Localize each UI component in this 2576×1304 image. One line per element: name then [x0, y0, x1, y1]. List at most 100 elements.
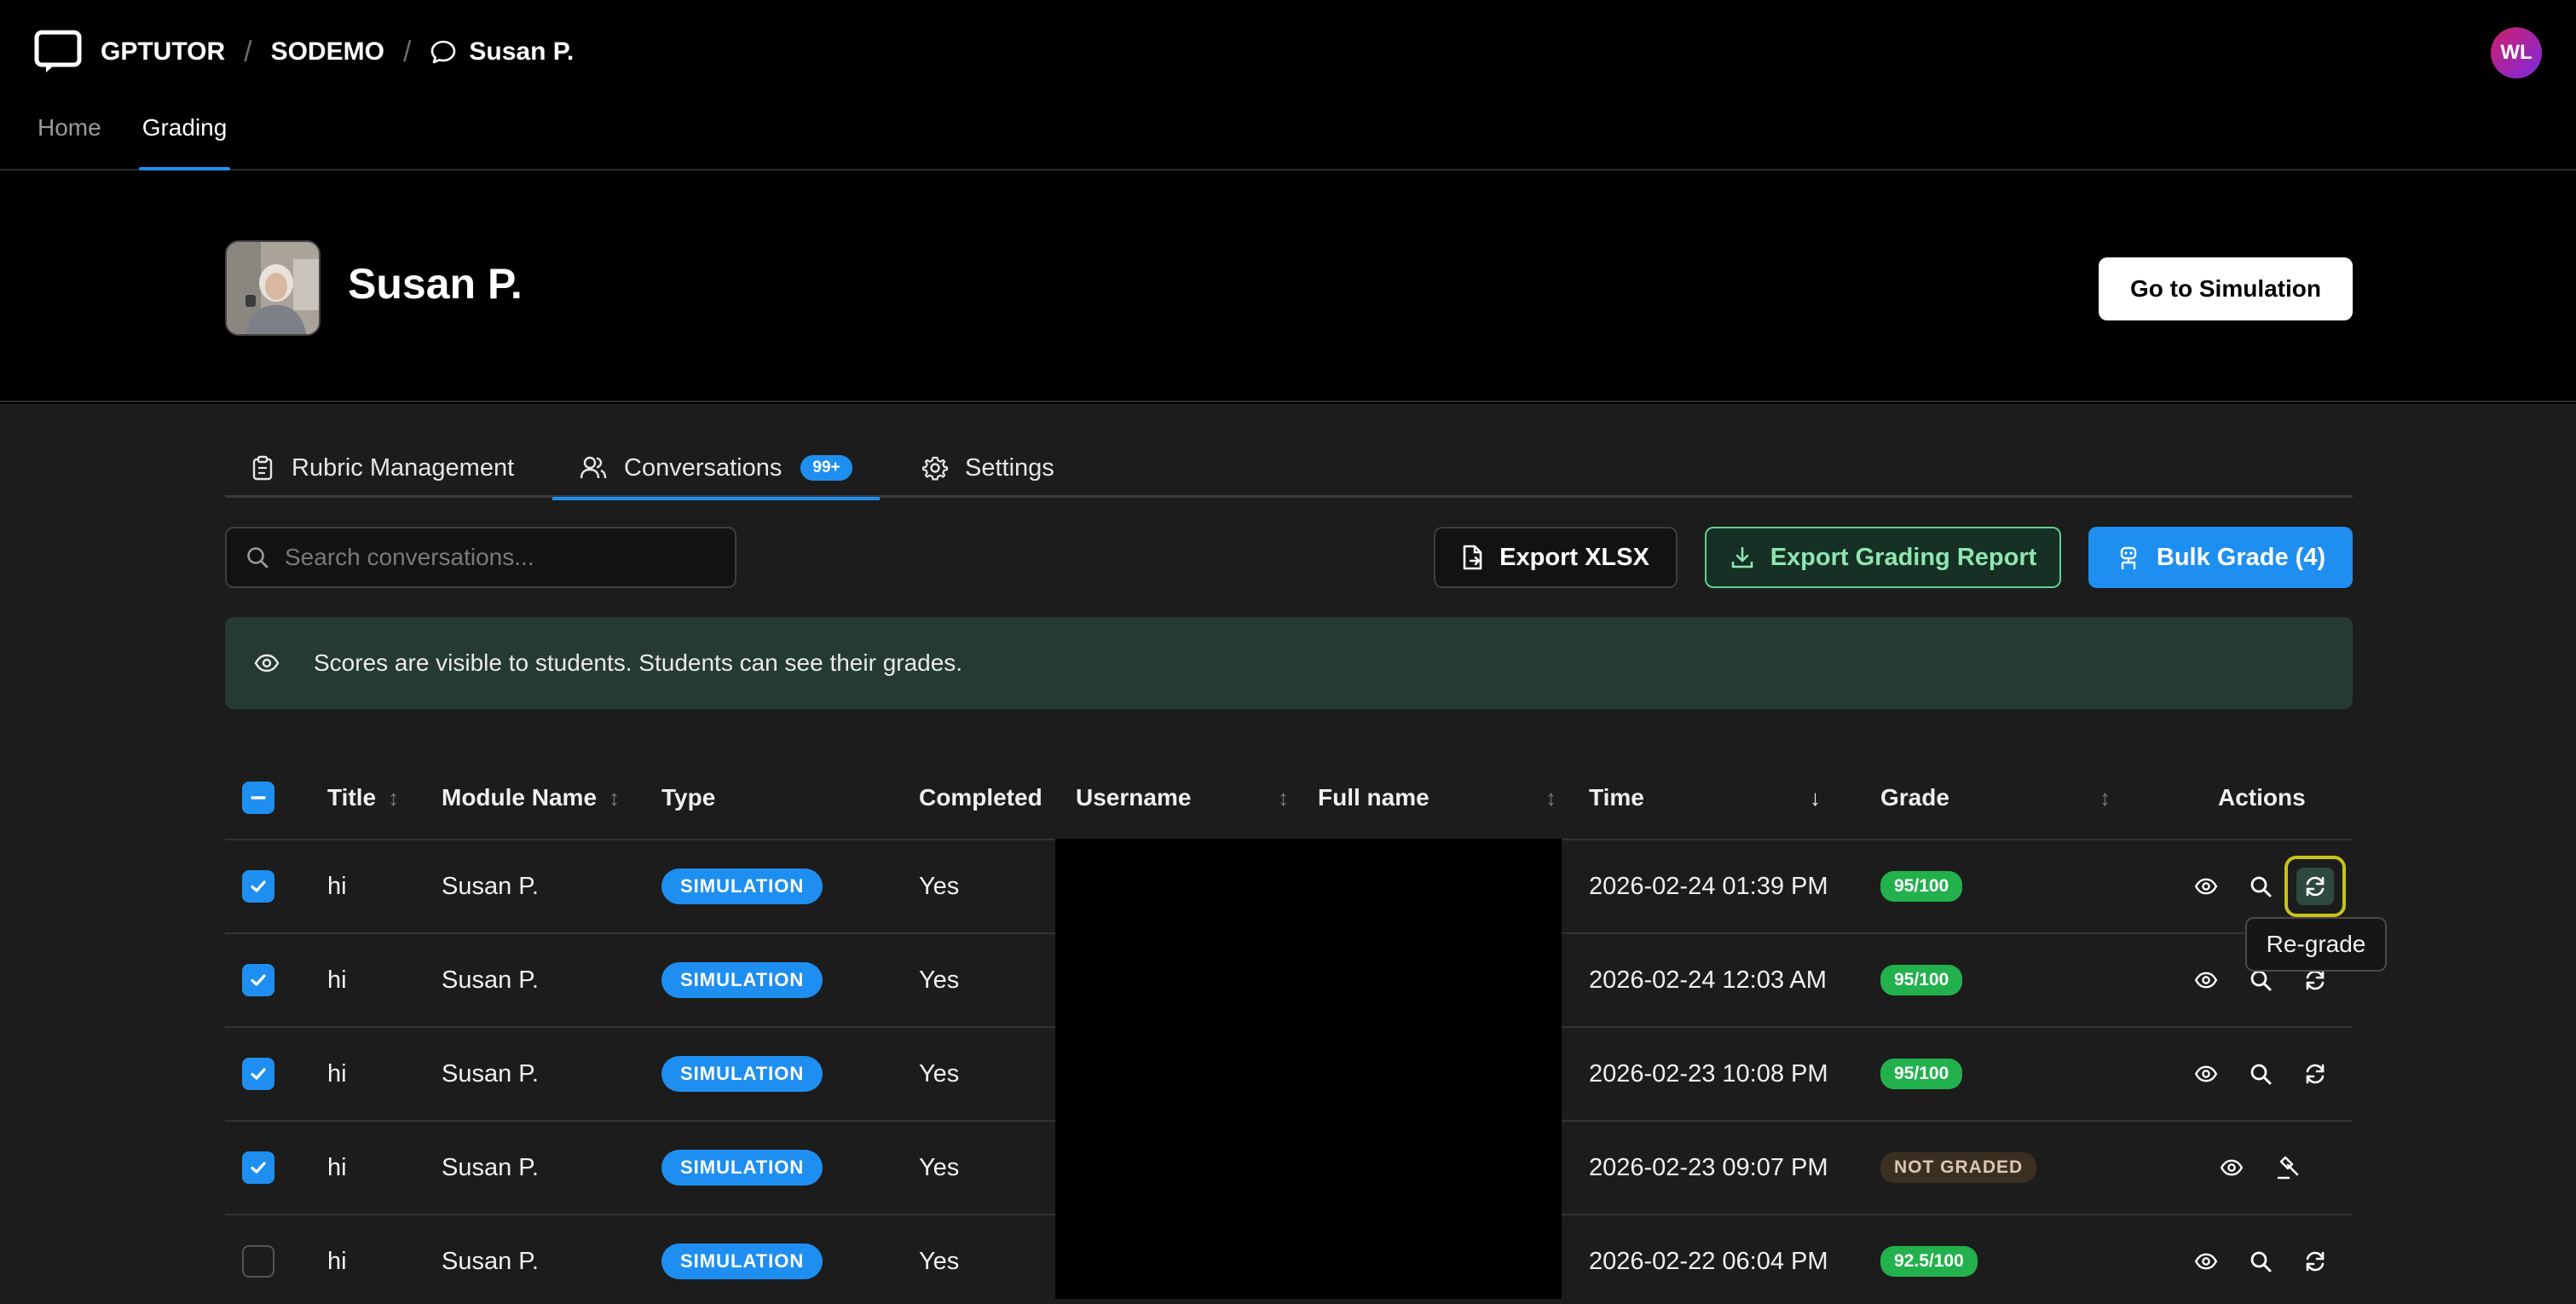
- cell-type: SIMULATION: [661, 1122, 823, 1214]
- eye-icon: [2194, 1065, 2218, 1082]
- gavel-icon: [2277, 1156, 2299, 1180]
- inspect-button[interactable]: [2244, 1244, 2278, 1278]
- row-checkbox[interactable]: [242, 1245, 274, 1278]
- grade-badge: 95/100: [1880, 871, 1963, 902]
- eye-icon: [2194, 972, 2218, 989]
- view-button[interactable]: [2215, 1151, 2249, 1185]
- section-tabs: Rubric Management Conversations 99+ Sett…: [225, 438, 2353, 500]
- column-username[interactable]: Username ↕: [1076, 755, 1289, 840]
- robot-icon: [2120, 546, 2137, 569]
- sort-icon[interactable]: ↕: [1545, 785, 1557, 811]
- bulk-grade-button[interactable]: Bulk Grade (4): [2088, 527, 2353, 588]
- column-title[interactable]: Title ↕: [327, 755, 399, 840]
- cell-module: Susan P.: [442, 872, 539, 900]
- chat-bubble-icon: [431, 40, 456, 64]
- column-module-label: Module Name: [442, 784, 598, 811]
- column-time[interactable]: Time ↓: [1589, 755, 1821, 840]
- column-full-name[interactable]: Full name ↕: [1318, 755, 1557, 840]
- breadcrumb-separator: /: [244, 35, 252, 68]
- file-export-icon: [1463, 545, 1482, 570]
- regrade-button[interactable]: [2298, 1244, 2332, 1278]
- chat-screen-icon[interactable]: [34, 30, 82, 74]
- regrade-button[interactable]: [2298, 1057, 2332, 1091]
- regrade-tooltip: Re-grade: [2245, 917, 2387, 972]
- export-grading-report-button[interactable]: Export Grading Report: [1705, 527, 2061, 588]
- cell-title: hi: [327, 872, 347, 900]
- user-avatar[interactable]: WL: [2491, 27, 2542, 78]
- sort-icon[interactable]: ↕: [1278, 785, 1289, 811]
- select-all-checkbox-cell: [242, 755, 274, 840]
- cell-module: Susan P.: [442, 1153, 539, 1181]
- view-button[interactable]: [2189, 1057, 2223, 1091]
- tab-conversations[interactable]: Conversations 99+: [552, 438, 880, 500]
- search-icon: [2250, 1064, 2272, 1085]
- cell-completed: Yes: [919, 872, 960, 900]
- view-button[interactable]: [2189, 869, 2223, 903]
- org-name[interactable]: SODEMO: [271, 38, 384, 66]
- minus-icon: [251, 796, 266, 799]
- conversation-count-badge: 99+: [800, 455, 852, 481]
- inspect-button[interactable]: [2244, 869, 2278, 903]
- row-checkbox-cell: [242, 1028, 274, 1120]
- search-box: [225, 527, 736, 588]
- bot-header: Susan P. Go to Simulation: [0, 172, 2576, 402]
- table-header: Title ↕ Module Name ↕ Type Completed Usern…: [225, 755, 2353, 840]
- refresh-icon: [2306, 1251, 2325, 1272]
- refresh-icon: [2306, 1064, 2325, 1084]
- eye-icon: [2220, 1159, 2244, 1176]
- column-grade[interactable]: Grade ↕: [1880, 755, 2111, 840]
- view-button[interactable]: [2189, 1244, 2223, 1278]
- visibility-notice: Scores are visible to students. Students…: [225, 617, 2353, 709]
- sort-icon[interactable]: ↕: [2099, 785, 2111, 811]
- top-bar: GPTUTOR / SODEMO / Susan P. WL Home Grad…: [0, 0, 2576, 170]
- row-checkbox[interactable]: [242, 870, 274, 903]
- cell-time: 2026-02-23 09:07 PM: [1589, 1153, 1828, 1181]
- select-all-checkbox[interactable]: [242, 782, 274, 814]
- inspect-button[interactable]: [2244, 1057, 2278, 1091]
- tab-settings[interactable]: Settings: [922, 438, 1054, 498]
- row-checkbox[interactable]: [242, 1151, 274, 1184]
- breadcrumb-bot[interactable]: Susan P.: [430, 38, 574, 66]
- search-input[interactable]: [285, 544, 711, 571]
- tab-settings-label: Settings: [965, 453, 1054, 482]
- cell-grade: NOT GRADED: [1880, 1122, 2037, 1214]
- cell-type: SIMULATION: [661, 1215, 823, 1304]
- users-icon: [580, 456, 607, 479]
- regrade-button-inner: [2296, 868, 2334, 905]
- check-icon: [251, 1068, 266, 1080]
- cell-module: Susan P.: [442, 966, 539, 994]
- row-checkbox-cell: [242, 1122, 274, 1214]
- grade-badge: NOT GRADED: [1880, 1152, 2037, 1183]
- nav-home[interactable]: Home: [38, 111, 101, 170]
- check-icon: [251, 880, 266, 892]
- grade-button[interactable]: [2271, 1151, 2305, 1185]
- tab-rubric-management[interactable]: Rubric Management: [251, 438, 514, 498]
- go-to-simulation-button[interactable]: Go to Simulation: [2099, 257, 2353, 320]
- view-button[interactable]: [2189, 963, 2223, 997]
- cell-grade: 95/100: [1880, 840, 1963, 932]
- nav-grading[interactable]: Grading: [138, 111, 230, 170]
- column-fullname-label: Full name: [1318, 784, 1430, 811]
- grade-badge: 95/100: [1880, 1059, 1963, 1089]
- column-module-name[interactable]: Module Name ↕: [442, 755, 620, 840]
- breadcrumb: GPTUTOR / SODEMO / Susan P.: [34, 27, 574, 77]
- tab-conversations-label: Conversations: [624, 453, 783, 482]
- cell-time: 2026-02-23 10:08 PM: [1589, 1059, 1828, 1088]
- bot-name: Susan P.: [348, 260, 523, 308]
- cell-time: 2026-02-22 06:04 PM: [1589, 1247, 1828, 1275]
- row-checkbox[interactable]: [242, 1058, 274, 1090]
- type-badge: SIMULATION: [661, 1243, 823, 1279]
- search-icon: [2250, 1251, 2272, 1272]
- sort-desc-icon[interactable]: ↓: [1810, 785, 1821, 811]
- sort-icon[interactable]: ↕: [388, 785, 399, 811]
- cell-title: hi: [327, 1153, 347, 1181]
- eye-icon: [2194, 878, 2218, 895]
- regrade-button[interactable]: [2284, 856, 2346, 917]
- export-xlsx-button[interactable]: Export XLSX: [1434, 527, 1678, 588]
- row-checkbox[interactable]: [242, 964, 274, 996]
- sort-icon[interactable]: ↕: [609, 785, 620, 811]
- search-icon: [247, 547, 269, 568]
- column-type: Type: [661, 755, 715, 840]
- brand-name[interactable]: GPTUTOR: [101, 38, 225, 66]
- cell-type: SIMULATION: [661, 840, 823, 932]
